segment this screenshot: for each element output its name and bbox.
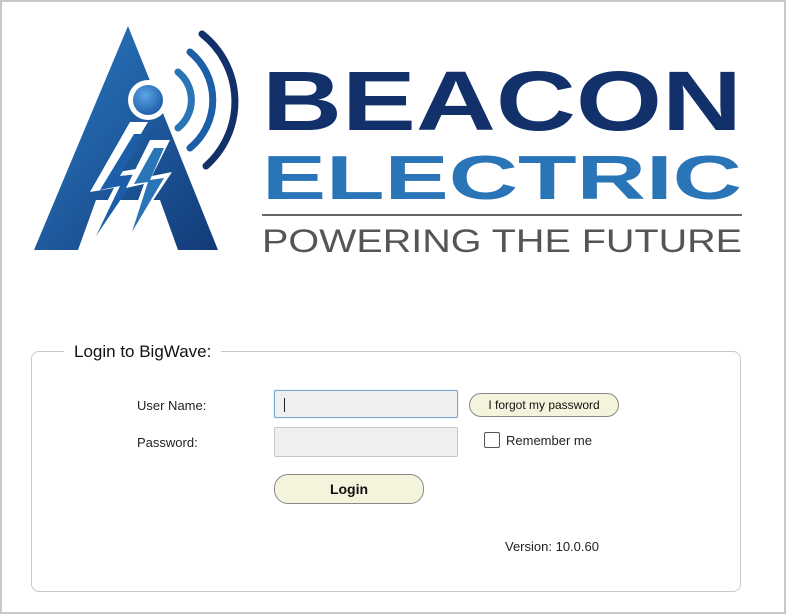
version-text: Version: 10.0.60: [505, 539, 599, 554]
remember-me[interactable]: Remember me: [484, 432, 592, 448]
username-input[interactable]: [274, 390, 458, 418]
login-form: Login to BigWave: User Name: I forgot my…: [31, 341, 741, 592]
remember-me-checkbox[interactable]: [484, 432, 500, 448]
brand-tagline: POWERING THE FUTURE: [262, 223, 742, 259]
password-label: Password:: [137, 435, 198, 450]
login-button[interactable]: Login: [274, 474, 424, 504]
login-page: BEACON ELECTRIC POWERING THE FUTURE Logi…: [0, 0, 786, 614]
tower-icon: [34, 26, 239, 250]
login-legend: Login to BigWave:: [64, 341, 222, 363]
forgot-password-button[interactable]: I forgot my password: [469, 393, 619, 417]
beacon-electric-logo: BEACON ELECTRIC POWERING THE FUTURE: [30, 22, 760, 262]
remember-me-label: Remember me: [506, 432, 592, 448]
username-label: User Name:: [137, 398, 207, 413]
text-caret: [284, 398, 285, 412]
brand-line1: BEACON: [262, 54, 742, 148]
password-input[interactable]: [274, 427, 458, 457]
brand-divider: [262, 214, 742, 216]
brand-line2: ELECTRIC: [262, 144, 742, 213]
